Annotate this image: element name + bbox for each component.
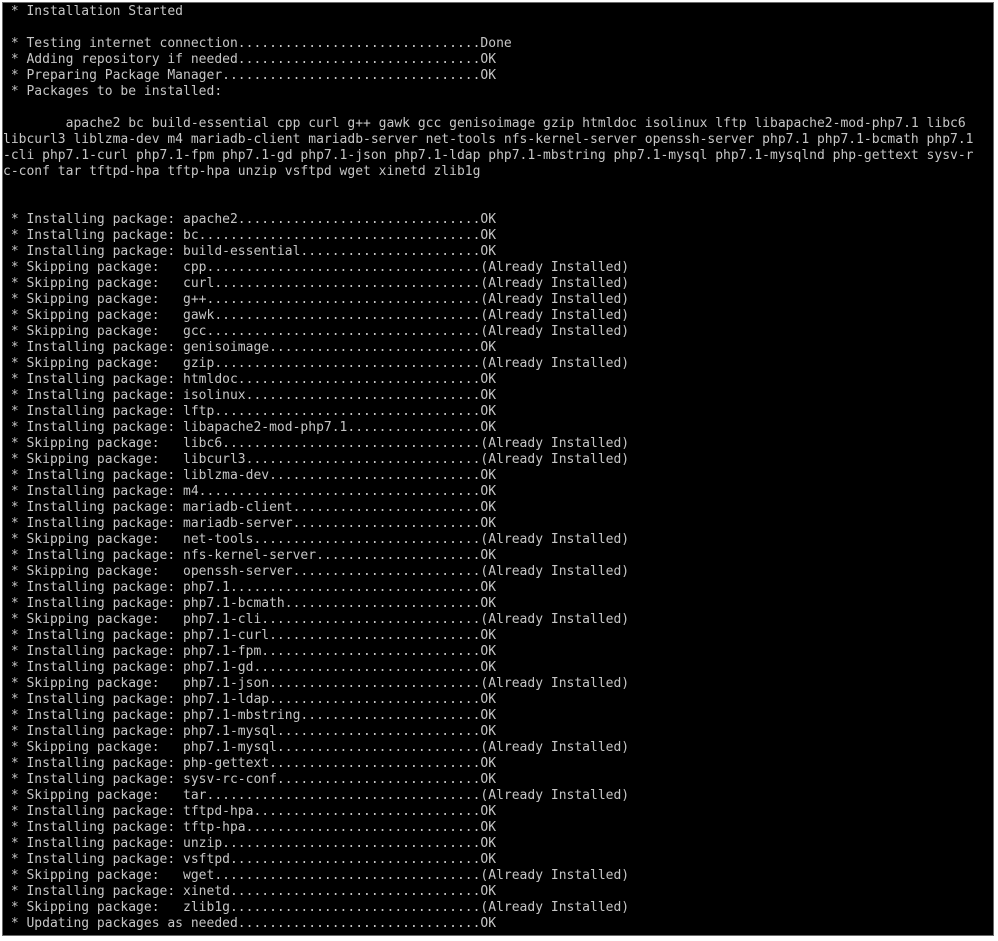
terminal-line: * Installing package: htmldoc...........…	[3, 372, 497, 387]
terminal-line: -cli php7.1-curl php7.1-fpm php7.1-gd ph…	[3, 148, 974, 163]
terminal-line: * Installation Started	[3, 4, 184, 19]
terminal-line: * Skipping package: php7.1-mysql........…	[3, 740, 630, 755]
terminal-line: * Installing package: tftp-hpa..........…	[3, 820, 497, 835]
terminal-line: * Skipping package: gcc.................…	[3, 324, 630, 339]
terminal-line: * Skipping package: gawk................…	[3, 308, 630, 323]
terminal-line: * Installing package: nfs-kernel-server.…	[3, 548, 497, 563]
terminal-line: * Installing package: mariadb-server....…	[3, 516, 497, 531]
terminal-line: * Preparing Package Manager.............…	[3, 68, 497, 83]
terminal-window[interactable]: * Installation Started * Testing interne…	[2, 2, 994, 936]
terminal-line: * Skipping package: curl................…	[3, 276, 630, 291]
terminal-line: c-conf tar tftpd-hpa tftp-hpa unzip vsft…	[3, 164, 481, 179]
terminal-line: * Adding repository if needed...........…	[3, 52, 497, 67]
terminal-line: * Installing package: php7.1-bcmath.....…	[3, 596, 497, 611]
terminal-line: * Skipping package: php7.1-cli..........…	[3, 612, 630, 627]
terminal-line: * Packages to be installed:	[3, 84, 223, 99]
terminal-line: * Installing package: vsftpd............…	[3, 852, 497, 867]
terminal-line: * Installing package: php7.1-mbstring...…	[3, 708, 497, 723]
terminal-line: * Installing package: m4................…	[3, 484, 497, 499]
terminal-line: * Installing package: xinetd............…	[3, 884, 497, 899]
terminal-line: * Skipping package: zlib1g..............…	[3, 900, 630, 915]
terminal-line: * Skipping package: libcurl3............…	[3, 452, 630, 467]
terminal-line: * Installing package: php7.1-mysql......…	[3, 724, 497, 739]
terminal-line: * Installing package: genisoimage.......…	[3, 340, 497, 355]
terminal-line: * Skipping package: wget................…	[3, 868, 630, 883]
terminal-line: * Installing package: bc................…	[3, 228, 497, 243]
terminal-line: * Installing package: unzip.............…	[3, 836, 497, 851]
terminal-line: * Testing internet connection...........…	[3, 36, 512, 51]
terminal-line: * Installing package: tftpd-hpa.........…	[3, 804, 497, 819]
terminal-line: * Installing package: php7.1-gd.........…	[3, 660, 497, 675]
terminal-line: * Installing package: build-essential...…	[3, 244, 497, 259]
terminal-line: * Installing package: lftp..............…	[3, 404, 497, 419]
terminal-line: * Skipping package: g++.................…	[3, 292, 630, 307]
terminal-line: * Skipping package: gzip................…	[3, 356, 630, 371]
terminal-line: * Installing package: php7.1............…	[3, 580, 497, 595]
terminal-line: * Installing package: php7.1-ldap.......…	[3, 692, 497, 707]
terminal-line: * Skipping package: net-tools...........…	[3, 532, 630, 547]
terminal-line: libcurl3 liblzma-dev m4 mariadb-client m…	[3, 132, 974, 147]
terminal-line: * Skipping package: openssh-server......…	[3, 564, 630, 579]
terminal-line: * Skipping package: php7.1-json.........…	[3, 676, 630, 691]
terminal-line: * Installing package: libapache2-mod-php…	[3, 420, 497, 435]
terminal-line: * Installing package: php-gettext.......…	[3, 756, 497, 771]
terminal-line: * Installing package: php7.1-curl.......…	[3, 628, 497, 643]
terminal-line: * Installing package: php7.1-fpm........…	[3, 644, 497, 659]
terminal-line: * Skipping package: libc6...............…	[3, 436, 630, 451]
terminal-line: * Installing package: isolinux..........…	[3, 388, 497, 403]
terminal-line: * Skipping package: tar.................…	[3, 788, 630, 803]
terminal-line: * Updating packages as needed...........…	[3, 916, 497, 931]
terminal-output: * Installation Started * Testing interne…	[3, 4, 993, 932]
terminal-line: * Installing package: mariadb-client....…	[3, 500, 497, 515]
terminal-line: * Installing package: apache2...........…	[3, 212, 497, 227]
terminal-line: * Skipping package: cpp.................…	[3, 260, 630, 275]
terminal-line: * Installing package: sysv-rc-conf......…	[3, 772, 497, 787]
terminal-line: apache2 bc build-essential cpp curl g++ …	[3, 116, 966, 131]
terminal-line: * Installing package: liblzma-dev.......…	[3, 468, 497, 483]
